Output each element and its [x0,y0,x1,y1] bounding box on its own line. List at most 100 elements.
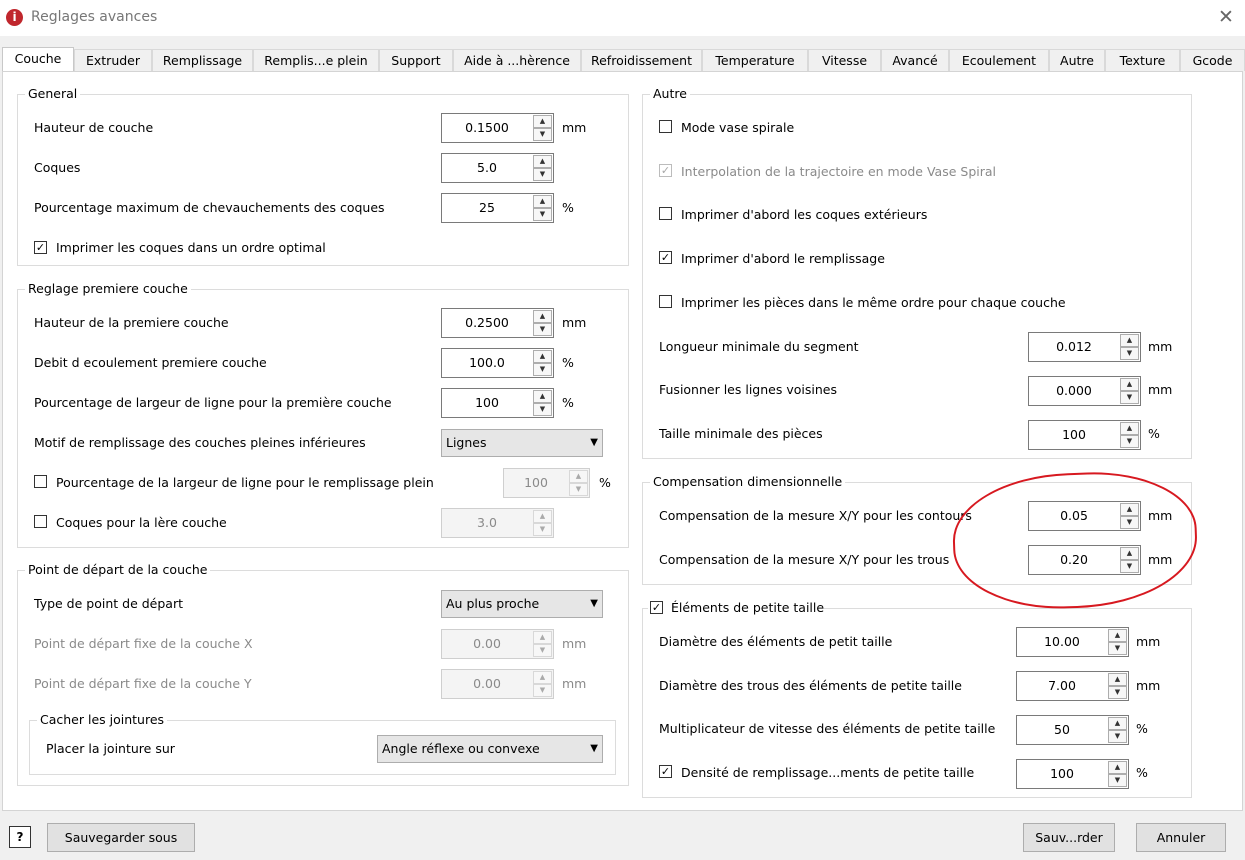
solid-width-checkbox[interactable] [34,475,47,488]
tab-ecoulement[interactable]: Ecoulement [949,49,1049,71]
spin-up-icon[interactable]: ▲ [533,155,552,168]
spin-down-icon[interactable]: ▼ [533,168,552,181]
unit-label: mm [562,636,587,651]
same-order-checkbox[interactable] [659,295,672,308]
vase-checkbox[interactable] [659,120,672,133]
first-layer-flow-spinbox[interactable]: 100.0 ▲ ▼ [441,348,554,378]
tab-autre[interactable]: Autre [1049,49,1105,71]
tab-extruder[interactable]: Extruder [74,49,152,71]
solid-width-spinbox[interactable]: 100 ▲ ▼ [503,468,590,498]
tab-couche[interactable]: Couche [2,47,74,71]
spin-up-icon[interactable]: ▲ [533,631,552,644]
group-title: Point de départ de la couche [25,562,211,578]
spin-up-icon[interactable]: ▲ [533,115,552,128]
xy-contours-label: Compensation de la mesure X/Y pour les c… [659,508,972,523]
xy-holes-label: Compensation de la mesure X/Y pour les t… [659,552,950,567]
spin-up-icon[interactable]: ▲ [1120,378,1139,391]
small-diameter-spinbox[interactable]: 10.00 ▲ ▼ [1016,627,1129,657]
tab-avance[interactable]: Avancé [881,49,949,71]
tab-gcode[interactable]: Gcode [1180,49,1245,71]
interp-checkbox[interactable]: ✓ [659,164,672,177]
start-type-dropdown[interactable]: Au plus proche ▼ [441,590,603,618]
tab-refroidissement[interactable]: Refroidissement [581,49,702,71]
start-y-spinbox[interactable]: 0.00 ▲ ▼ [441,669,554,699]
spin-up-icon[interactable]: ▲ [1108,629,1127,642]
tab-adherence[interactable]: Aide à ...hèrence [453,49,581,71]
first-layer-shells-checkbox[interactable] [34,515,47,528]
spin-up-icon[interactable]: ▲ [533,390,552,403]
overlap-spinbox[interactable]: 25 ▲ ▼ [441,193,554,223]
min-segment-spinbox[interactable]: 0.012 ▲ ▼ [1028,332,1141,362]
spin-down-icon[interactable]: ▼ [1120,435,1139,448]
spin-down-icon[interactable]: ▼ [533,403,552,416]
spin-up-icon[interactable]: ▲ [569,470,588,483]
merge-lines-spinbox[interactable]: 0.000 ▲ ▼ [1028,376,1141,406]
close-icon[interactable]: ✕ [1216,6,1236,28]
first-layer-height-spinbox[interactable]: 0.2500 ▲ ▼ [441,308,554,338]
small-density-checkbox[interactable]: ✓ [659,765,672,778]
infill-first-checkbox[interactable]: ✓ [659,251,672,264]
first-layer-line-width-spinbox[interactable]: 100 ▲ ▼ [441,388,554,418]
spin-down-icon[interactable]: ▼ [1108,730,1127,743]
group-title: Reglage premiere couche [25,281,191,297]
spin-down-icon[interactable]: ▼ [533,208,552,221]
spin-down-icon[interactable]: ▼ [533,323,552,336]
small-density-spinbox[interactable]: 100 ▲ ▼ [1016,759,1129,789]
unit-label: mm [562,120,587,135]
save-button[interactable]: Sauv...rder [1023,823,1115,852]
vase-label: Mode vase spirale [681,120,795,135]
spin-down-icon[interactable]: ▼ [533,644,552,657]
spin-down-icon[interactable]: ▼ [569,483,588,496]
spin-down-icon[interactable]: ▼ [533,363,552,376]
tab-bar: Couche Extruder Remplissage Remplis...e … [2,47,1245,72]
small-hole-diameter-spinbox[interactable]: 7.00 ▲ ▼ [1016,671,1129,701]
group-title: Autre [650,86,690,102]
outer-first-checkbox[interactable] [659,207,672,220]
spin-up-icon[interactable]: ▲ [1120,334,1139,347]
min-part-spinbox[interactable]: 100 ▲ ▼ [1028,420,1141,450]
first-layer-line-width-label: Pourcentage de largeur de ligne pour la … [34,395,392,410]
spin-down-icon[interactable]: ▼ [533,523,552,536]
tab-remplissage[interactable]: Remplissage [152,49,253,71]
solid-width-label: Pourcentage de la largeur de ligne pour … [56,475,434,490]
seam-label: Placer la jointure sur [46,741,175,756]
spin-down-icon[interactable]: ▼ [1120,391,1139,404]
small-speed-spinbox[interactable]: 50 ▲ ▼ [1016,715,1129,745]
spin-up-icon[interactable]: ▲ [1108,761,1127,774]
first-layer-shells-spinbox[interactable]: 3.0 ▲ ▼ [441,508,554,538]
spin-down-icon[interactable]: ▼ [533,684,552,697]
seam-dropdown[interactable]: Angle réflexe ou convexe ▼ [377,735,603,763]
save-as-button[interactable]: Sauvegarder sous [47,823,195,852]
chevron-down-icon: ▼ [590,743,598,754]
spin-down-icon[interactable]: ▼ [1108,774,1127,787]
spin-down-icon[interactable]: ▼ [1108,642,1127,655]
cancel-button[interactable]: Annuler [1136,823,1226,852]
spin-up-icon[interactable]: ▲ [533,195,552,208]
optimal-order-checkbox[interactable]: ✓ [34,241,47,254]
spin-up-icon[interactable]: ▲ [1108,673,1127,686]
bottom-pattern-dropdown[interactable]: Lignes ▼ [441,429,603,457]
tab-texture[interactable]: Texture [1105,49,1180,71]
tab-support[interactable]: Support [379,49,453,71]
start-type-label: Type de point de départ [34,596,183,611]
tab-vitesse[interactable]: Vitesse [808,49,881,71]
help-icon[interactable]: ? [9,826,31,848]
small-features-checkbox[interactable]: ✓ [650,601,663,614]
spin-up-icon[interactable]: ▲ [533,510,552,523]
spin-down-icon[interactable]: ▼ [533,128,552,141]
infill-first-label: Imprimer d'abord le remplissage [681,251,885,266]
spin-up-icon[interactable]: ▲ [1108,717,1127,730]
start-x-spinbox[interactable]: 0.00 ▲ ▼ [441,629,554,659]
spin-down-icon[interactable]: ▼ [1108,686,1127,699]
spin-up-icon[interactable]: ▲ [533,310,552,323]
spin-down-icon[interactable]: ▼ [1120,347,1139,360]
spin-up-icon[interactable]: ▲ [1120,422,1139,435]
layer-height-spinbox[interactable]: 0.1500 ▲ ▼ [441,113,554,143]
optimal-order-label: Imprimer les coques dans un ordre optima… [56,240,326,255]
tab-remplissage-plein[interactable]: Remplis...e plein [253,49,379,71]
min-segment-label: Longueur minimale du segment [659,339,859,354]
spin-up-icon[interactable]: ▲ [533,671,552,684]
spin-up-icon[interactable]: ▲ [533,350,552,363]
tab-temperature[interactable]: Temperature [702,49,808,71]
shells-spinbox[interactable]: 5.0 ▲ ▼ [441,153,554,183]
